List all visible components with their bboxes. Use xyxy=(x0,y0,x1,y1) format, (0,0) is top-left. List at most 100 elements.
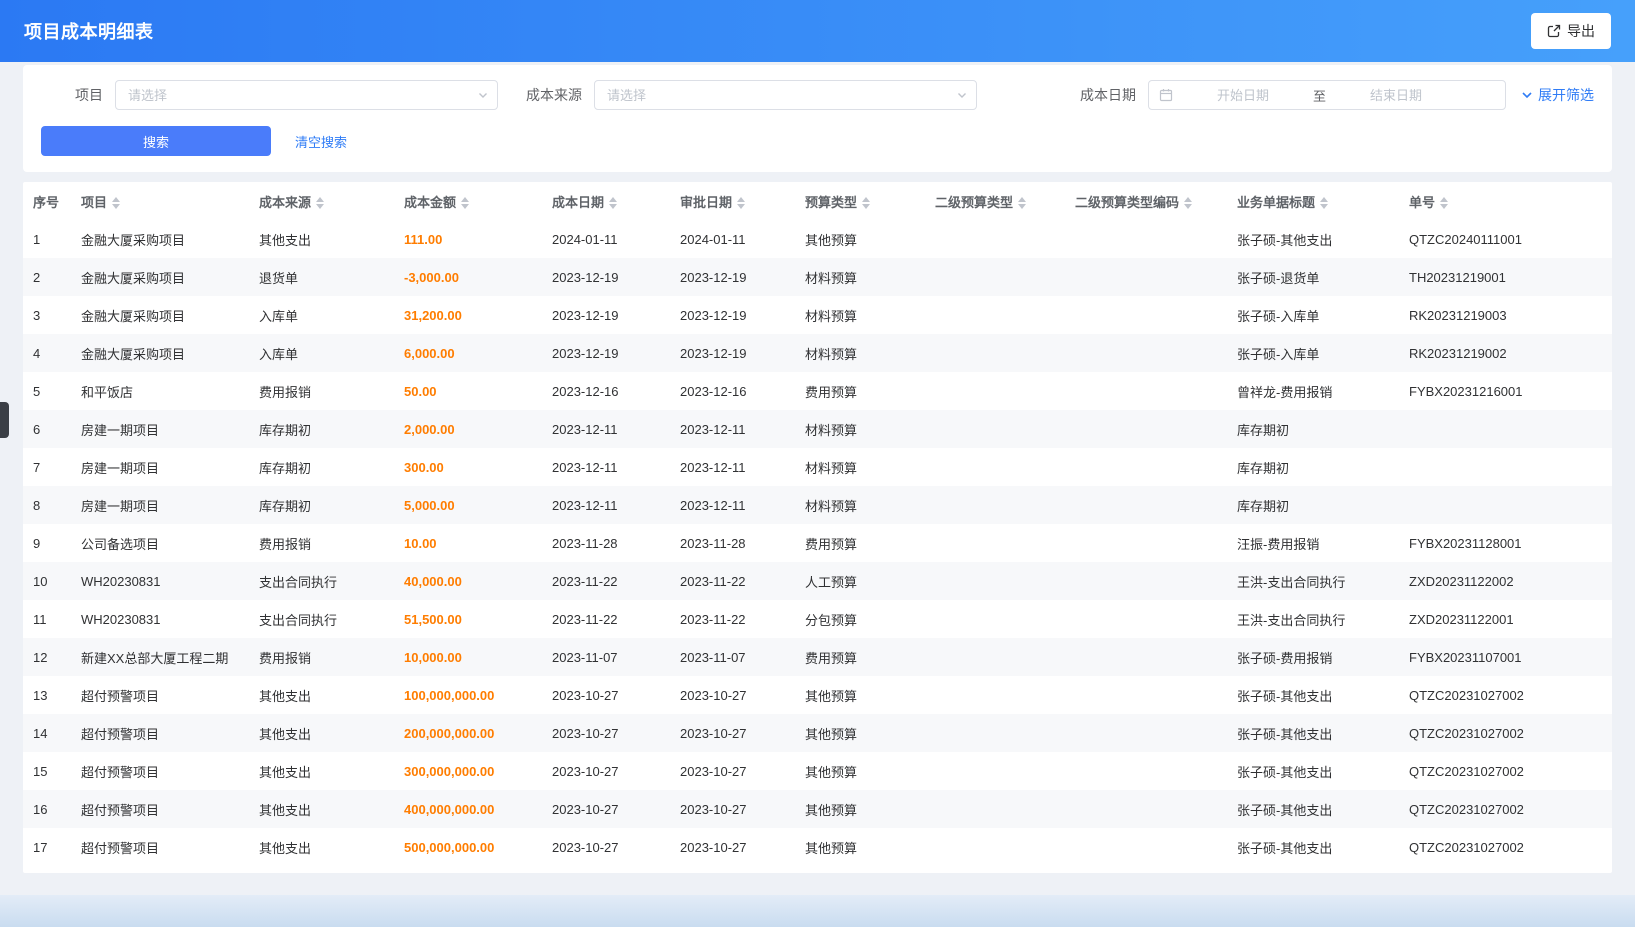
sort-icon[interactable] xyxy=(1440,197,1448,209)
background-strip xyxy=(0,895,1635,927)
cell-sub_budget_type xyxy=(925,676,1065,714)
cell-source: 退货单 xyxy=(249,258,394,296)
sort-icon[interactable] xyxy=(737,197,745,209)
cell-approval_date: 2024-01-11 xyxy=(670,220,795,258)
cell-cost_date: 2023-11-22 xyxy=(542,562,670,600)
table-body: 1金融大厦采购项目其他支出111.002024-01-112024-01-11其… xyxy=(23,220,1612,866)
cell-cost_date: 2023-12-19 xyxy=(542,258,670,296)
column-header-doc_title[interactable]: 业务单据标题 xyxy=(1227,182,1399,220)
cell-sub_budget_type xyxy=(925,638,1065,676)
sort-icon[interactable] xyxy=(1184,197,1192,209)
cell-sub_budget_code xyxy=(1065,828,1227,866)
cell-sub_budget_type xyxy=(925,334,1065,372)
chevron-down-icon xyxy=(1520,88,1534,102)
date-range-separator: 至 xyxy=(1309,86,1330,105)
cell-cost_date: 2023-11-22 xyxy=(542,600,670,638)
cell-approval_date: 2023-11-28 xyxy=(670,524,795,562)
cell-seq: 1 xyxy=(23,220,71,258)
cost-date-range-picker[interactable]: 至 xyxy=(1148,80,1506,110)
cell-doc_no: QTZC20231027002 xyxy=(1399,790,1612,828)
column-label: 成本日期 xyxy=(552,195,604,210)
cell-source: 支出合同执行 xyxy=(249,562,394,600)
cell-budget_type: 其他预算 xyxy=(795,714,925,752)
cell-project: 和平饭店 xyxy=(71,372,249,410)
sort-icon[interactable] xyxy=(1018,197,1026,209)
drawer-handle[interactable] xyxy=(0,402,9,438)
sort-icon[interactable] xyxy=(461,197,469,209)
cell-amount: 500,000,000.00 xyxy=(394,828,542,866)
cell-approval_date: 2023-12-11 xyxy=(670,410,795,448)
sort-icon[interactable] xyxy=(1320,197,1328,209)
cell-budget_type: 费用预算 xyxy=(795,524,925,562)
cell-amount: 31,200.00 xyxy=(394,296,542,334)
cost-source-filter: 成本来源 xyxy=(526,80,977,110)
sort-icon[interactable] xyxy=(862,197,870,209)
cell-doc_no: FYBX20231128001 xyxy=(1399,524,1612,562)
cell-amount: 300.00 xyxy=(394,448,542,486)
cell-doc_no xyxy=(1399,410,1612,448)
column-header-budget_type[interactable]: 预算类型 xyxy=(795,182,925,220)
column-header-approval_date[interactable]: 审批日期 xyxy=(670,182,795,220)
cell-budget_type: 其他预算 xyxy=(795,676,925,714)
cell-approval_date: 2023-10-27 xyxy=(670,676,795,714)
cell-approval_date: 2023-12-11 xyxy=(670,486,795,524)
cell-budget_type: 费用预算 xyxy=(795,638,925,676)
project-select-input[interactable] xyxy=(115,80,498,110)
cell-source: 其他支出 xyxy=(249,676,394,714)
table-row: 6房建一期项目库存期初2,000.002023-12-112023-12-11材… xyxy=(23,410,1612,448)
table-row: 16超付预警项目其他支出400,000,000.002023-10-272023… xyxy=(23,790,1612,828)
column-label: 项目 xyxy=(81,195,107,210)
cell-approval_date: 2023-12-11 xyxy=(670,448,795,486)
cell-doc_no: QTZC20231027002 xyxy=(1399,828,1612,866)
column-header-amount[interactable]: 成本金额 xyxy=(394,182,542,220)
cell-budget_type: 材料预算 xyxy=(795,486,925,524)
sort-icon[interactable] xyxy=(316,197,324,209)
table-row: 15超付预警项目其他支出300,000,000.002023-10-272023… xyxy=(23,752,1612,790)
cell-sub_budget_type xyxy=(925,562,1065,600)
column-header-project[interactable]: 项目 xyxy=(71,182,249,220)
cell-project: 超付预警项目 xyxy=(71,676,249,714)
cost-table: 序号项目成本来源成本金额成本日期审批日期预算类型二级预算类型二级预算类型编码业务… xyxy=(23,182,1612,866)
column-header-cost_date[interactable]: 成本日期 xyxy=(542,182,670,220)
search-button[interactable]: 搜索 xyxy=(41,126,271,156)
cell-amount: 50.00 xyxy=(394,372,542,410)
filter-panel: 项目 成本来源 成本日期 xyxy=(23,65,1612,172)
cell-cost_date: 2023-12-19 xyxy=(542,296,670,334)
column-header-sub_budget_type[interactable]: 二级预算类型 xyxy=(925,182,1065,220)
cell-sub_budget_code xyxy=(1065,714,1227,752)
cell-cost_date: 2024-01-11 xyxy=(542,220,670,258)
column-header-source[interactable]: 成本来源 xyxy=(249,182,394,220)
project-select[interactable] xyxy=(115,80,498,110)
cell-doc_title: 库存期初 xyxy=(1227,448,1399,486)
cost-source-filter-label: 成本来源 xyxy=(526,85,582,105)
cell-seq: 14 xyxy=(23,714,71,752)
cell-source: 其他支出 xyxy=(249,752,394,790)
sort-icon[interactable] xyxy=(112,197,120,209)
cell-doc_title: 张子硕-其他支出 xyxy=(1227,828,1399,866)
cell-amount: 40,000.00 xyxy=(394,562,542,600)
cost-source-select[interactable] xyxy=(594,80,977,110)
export-button[interactable]: 导出 xyxy=(1531,13,1611,49)
cell-project: 金融大厦采购项目 xyxy=(71,220,249,258)
sort-icon[interactable] xyxy=(609,197,617,209)
clear-search-link[interactable]: 清空搜索 xyxy=(295,132,347,151)
start-date-input[interactable] xyxy=(1177,88,1309,103)
cost-source-select-input[interactable] xyxy=(594,80,977,110)
cost-table-card: 序号项目成本来源成本金额成本日期审批日期预算类型二级预算类型二级预算类型编码业务… xyxy=(23,182,1612,873)
end-date-input[interactable] xyxy=(1330,88,1462,103)
column-label: 二级预算类型 xyxy=(935,195,1013,210)
cell-doc_no: FYBX20231107001 xyxy=(1399,638,1612,676)
cell-project: 金融大厦采购项目 xyxy=(71,296,249,334)
table-row: 8房建一期项目库存期初5,000.002023-12-112023-12-11材… xyxy=(23,486,1612,524)
cell-sub_budget_type xyxy=(925,524,1065,562)
cell-source: 其他支出 xyxy=(249,828,394,866)
cell-budget_type: 其他预算 xyxy=(795,220,925,258)
cell-amount: -3,000.00 xyxy=(394,258,542,296)
cell-budget_type: 其他预算 xyxy=(795,752,925,790)
column-header-doc_no[interactable]: 单号 xyxy=(1399,182,1612,220)
expand-filters-link[interactable]: 展开筛选 xyxy=(1520,85,1594,105)
column-header-sub_budget_code[interactable]: 二级预算类型编码 xyxy=(1065,182,1227,220)
cell-seq: 13 xyxy=(23,676,71,714)
cell-seq: 2 xyxy=(23,258,71,296)
cell-seq: 10 xyxy=(23,562,71,600)
